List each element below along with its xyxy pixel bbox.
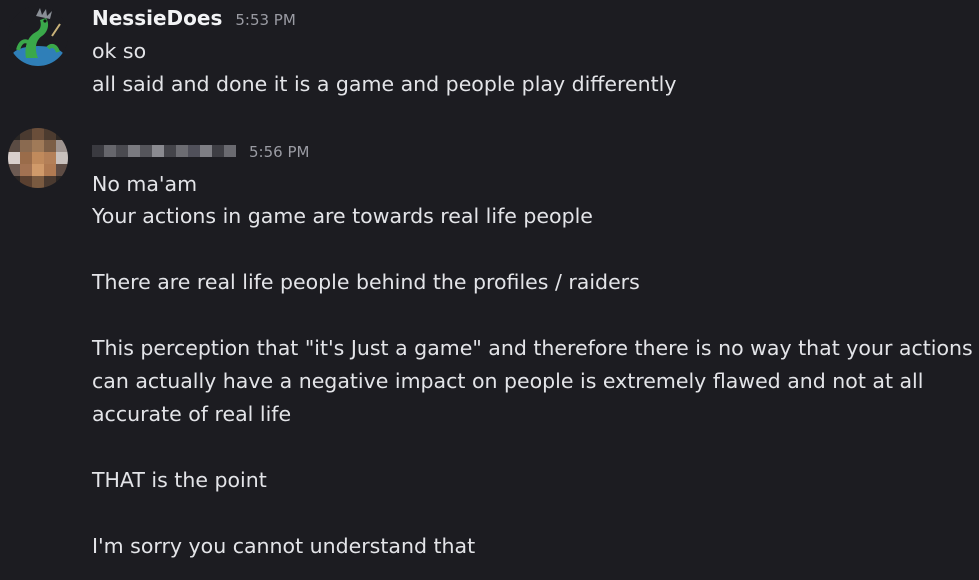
message-header: 5:56 PM [92, 138, 309, 164]
avatar[interactable] [8, 128, 68, 188]
message-line: can actually have a negative impact on p… [92, 369, 924, 393]
message-group-2: 5:56 PM No ma'am Your actions in game ar… [0, 0, 979, 580]
pixelated-avatar-icon [8, 128, 68, 188]
message-line: THAT is the point [92, 468, 267, 492]
message-line: There are real life people behind the pr… [92, 270, 640, 294]
message-line: This perception that "it's Just a game" … [92, 336, 973, 360]
message-line: Your actions in game are towards real li… [92, 204, 593, 228]
message-line: accurate of real life [92, 402, 292, 426]
redacted-username[interactable] [92, 138, 236, 164]
message-line: I'm sorry you cannot understand that [92, 534, 476, 558]
message-line: No ma'am [92, 172, 198, 196]
timestamp[interactable]: 5:56 PM [249, 143, 309, 161]
